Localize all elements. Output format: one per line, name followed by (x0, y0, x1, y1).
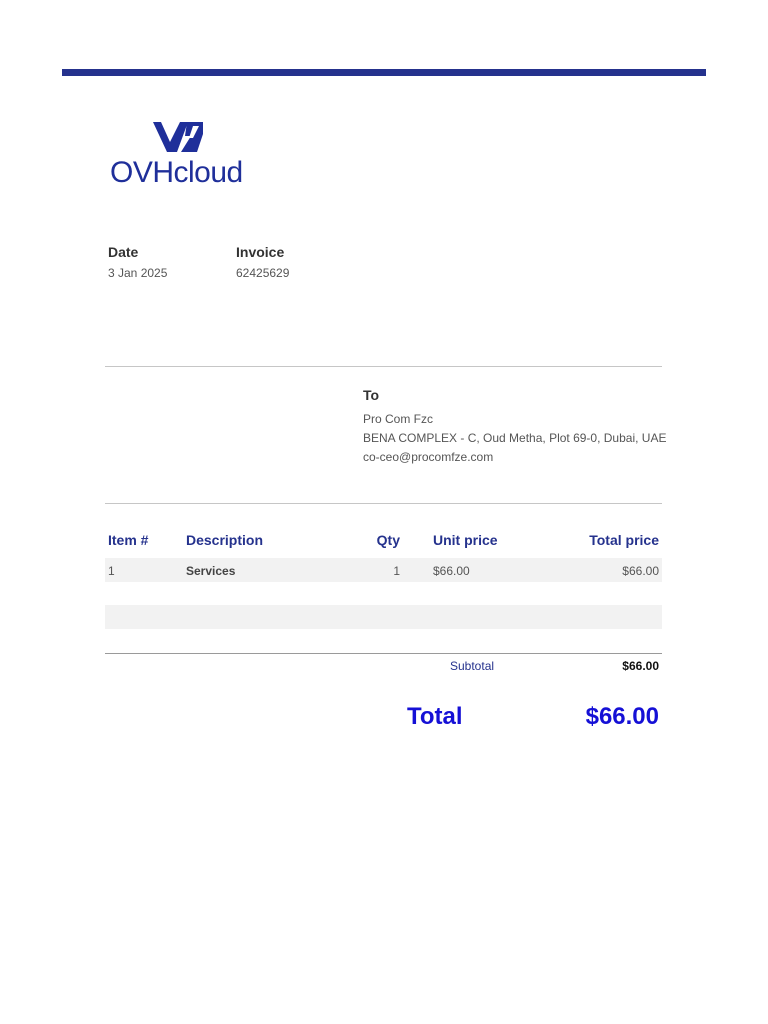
date-label: Date (108, 244, 139, 260)
total-label: Total (407, 703, 463, 730)
subtotal-value: $66.00 (622, 659, 659, 673)
invoice-label: Invoice (236, 244, 285, 260)
subtotal-label: Subtotal (450, 659, 495, 673)
row-item-number: 1 (108, 564, 115, 578)
row-total-price: $66.00 (622, 564, 659, 578)
header-accent-bar (62, 69, 706, 76)
column-header-total-price: Total price (589, 532, 659, 548)
logo-wordmark: OVHcloud (110, 156, 243, 189)
totals-divider (105, 653, 662, 654)
row-description: Services (186, 564, 236, 578)
invoice-number: 62425629 (236, 266, 290, 280)
recipient-address: BENA COMPLEX - C, Oud Metha, Plot 69-0, … (363, 431, 667, 445)
divider (105, 366, 662, 367)
date-value: 3 Jan 2025 (108, 266, 168, 280)
column-header-description: Description (186, 532, 264, 548)
recipient-name: Pro Com Fzc (363, 412, 434, 426)
table-row-empty (105, 605, 662, 629)
row-qty: 1 (393, 564, 400, 578)
total-value: $66.00 (585, 703, 659, 730)
recipient-title: To (363, 387, 380, 403)
recipient-email: co-ceo@procomfze.com (363, 450, 494, 464)
row-unit-price: $66.00 (433, 564, 470, 578)
ovh-logo-icon (153, 122, 203, 152)
divider (105, 503, 662, 504)
column-header-item: Item # (108, 532, 149, 548)
column-header-unit-price: Unit price (433, 532, 498, 548)
column-header-qty: Qty (376, 532, 400, 548)
ovhcloud-logo: OVHcloud (110, 118, 270, 198)
